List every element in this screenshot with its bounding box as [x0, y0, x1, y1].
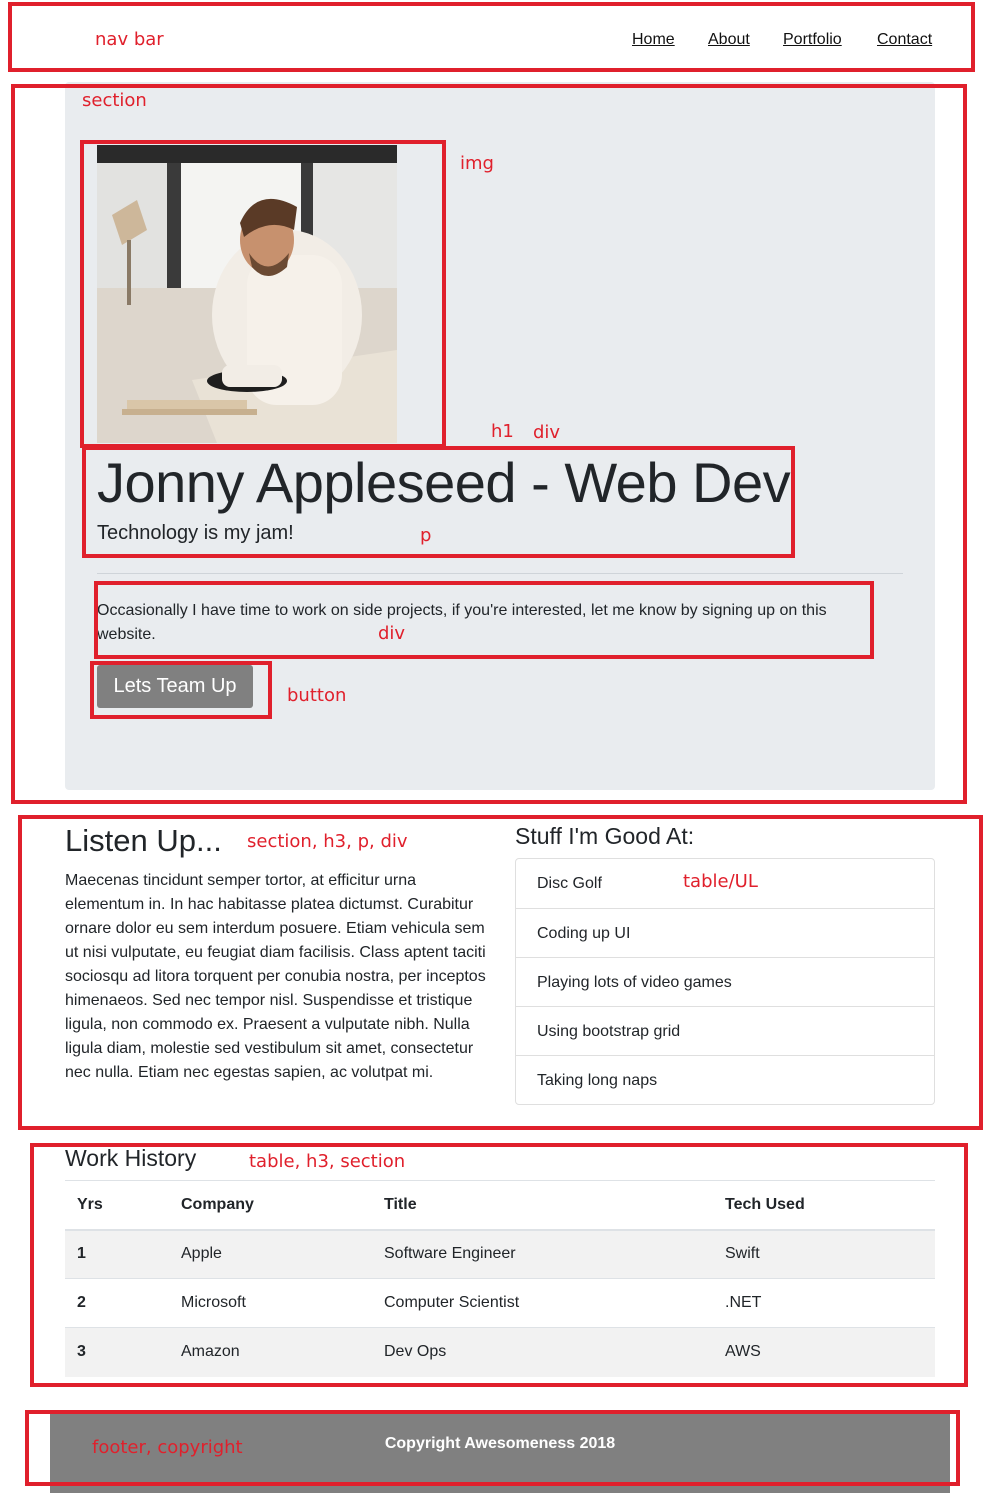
annotation-label-footer: footer, copyright: [92, 1437, 243, 1458]
annotation-box-work-section: [30, 1143, 968, 1387]
annotation-box-h1: [82, 446, 795, 558]
annotation-box-listen-section: [18, 815, 983, 1130]
annotation-label-section: section: [82, 90, 147, 111]
annotation-label-listen: section, h3, p, div: [247, 831, 408, 852]
annotation-box-img: [80, 140, 446, 448]
annotation-label-h1: h1: [491, 421, 514, 442]
annotation-label-button: button: [287, 685, 347, 706]
annotation-label-p: p: [420, 525, 432, 546]
annotation-label-div: div: [533, 422, 561, 443]
annotation-label-skills: table/UL: [683, 871, 758, 892]
annotation-label-work: table, h3, section: [249, 1151, 406, 1172]
annotation-label-navbar: nav bar: [95, 29, 164, 50]
annotation-box-button: [90, 661, 272, 719]
annotation-box-text-div: [94, 581, 874, 659]
annotation-label-text-div: div: [378, 623, 406, 644]
annotation-label-img: img: [460, 153, 494, 174]
